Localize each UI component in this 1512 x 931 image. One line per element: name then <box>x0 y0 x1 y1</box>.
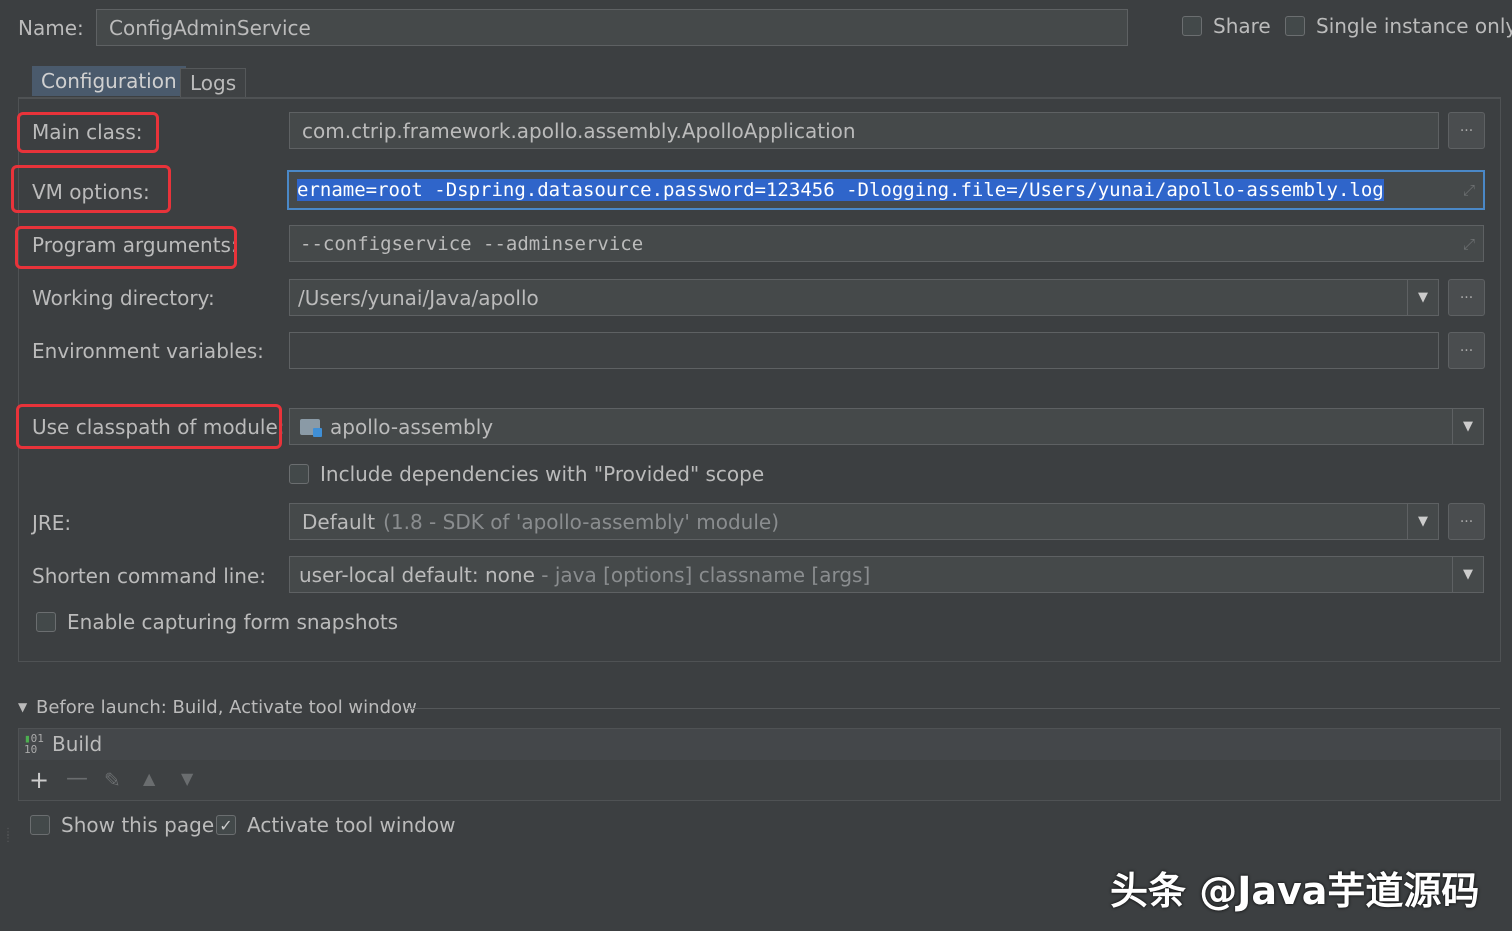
browse-icon: ··· <box>1459 122 1474 139</box>
expand-icon[interactable]: ⤢ <box>1463 181 1475 199</box>
browse-icon: ··· <box>1459 289 1474 306</box>
capture-snapshots-checkbox[interactable] <box>36 612 56 632</box>
watermark: 头条 @Java芋道源码 <box>1110 869 1480 913</box>
tab-configuration-label: Configuration <box>41 69 177 93</box>
include-provided-checkbox[interactable] <box>289 464 309 484</box>
include-provided-label: Include dependencies with "Provided" sco… <box>320 462 765 486</box>
classpath-module-dropdown[interactable]: apollo-assembly ▼ <box>289 408 1484 445</box>
environment-variables-label: Environment variables: <box>32 339 264 363</box>
checkmark-icon: ✓ <box>219 815 233 835</box>
program-arguments-input[interactable]: --configservice --adminservice ⤢ <box>289 225 1484 262</box>
main-class-value: com.ctrip.framework.apollo.assembly.Apol… <box>302 118 856 143</box>
single-instance-label: Single instance only <box>1316 14 1512 38</box>
tab-configuration[interactable]: Configuration <box>32 66 186 96</box>
build-icon: ▮01 10 <box>24 732 44 756</box>
program-arguments-highlight <box>15 226 237 269</box>
folder-icon <box>300 418 322 437</box>
main-class-input[interactable]: com.ctrip.framework.apollo.assembly.Apol… <box>289 112 1439 149</box>
move-up-icon[interactable]: ▲ <box>143 769 155 788</box>
browse-icon: ··· <box>1459 342 1474 359</box>
tab-logs[interactable]: Logs <box>180 68 247 98</box>
environment-variables-input[interactable] <box>289 332 1439 369</box>
before-launch-list-item[interactable] <box>19 729 1500 760</box>
jre-value: Default <box>302 509 376 534</box>
program-arguments-value: --configservice --adminservice <box>300 232 644 255</box>
single-instance-checkbox[interactable] <box>1285 16 1305 36</box>
show-page-checkbox[interactable] <box>30 815 50 835</box>
before-launch-title: Before launch: Build, Activate tool wind… <box>36 697 417 718</box>
jre-dropdown[interactable]: Default (1.8 - SDK of 'apollo-assembly' … <box>289 503 1439 540</box>
vm-options-highlight <box>11 165 171 213</box>
move-down-icon[interactable]: ▼ <box>181 769 193 788</box>
edit-icon[interactable]: ✎ <box>104 768 121 792</box>
classpath-module-value: apollo-assembly <box>330 414 494 439</box>
chevron-down-icon[interactable]: ▼ <box>1407 504 1438 539</box>
resize-grip-icon[interactable]: ⋮ ⋮ <box>3 828 13 844</box>
capture-snapshots-label: Enable capturing form snapshots <box>67 610 399 634</box>
shorten-command-line-label: Shorten command line: <box>32 564 267 588</box>
name-label: Name: <box>18 16 84 40</box>
collapse-triangle-icon[interactable]: ▼ <box>18 700 27 714</box>
vm-options-input[interactable]: ername=root -Dspring.datasource.password… <box>287 170 1485 210</box>
working-directory-label: Working directory: <box>32 286 215 310</box>
classpath-module-highlight <box>16 404 282 449</box>
before-launch-divider <box>406 708 1500 709</box>
show-page-label: Show this page <box>61 813 215 837</box>
build-item-label: Build <box>52 732 103 756</box>
name-input-value: ConfigAdminService <box>109 15 311 40</box>
vm-options-value: ername=root -Dspring.datasource.password… <box>297 179 1384 201</box>
share-label: Share <box>1213 14 1271 38</box>
environment-variables-browse-button[interactable]: ··· <box>1448 332 1485 369</box>
main-class-highlight <box>17 112 159 153</box>
remove-icon[interactable]: — <box>66 766 88 791</box>
chevron-down-icon[interactable]: ▼ <box>1452 409 1483 444</box>
main-class-browse-button[interactable]: ··· <box>1448 112 1485 149</box>
activate-tool-window-checkbox[interactable]: ✓ <box>216 815 236 835</box>
shorten-command-line-dropdown[interactable]: user-local default: none - java [options… <box>289 556 1484 593</box>
add-icon[interactable]: + <box>29 766 49 794</box>
working-directory-dropdown[interactable]: /Users/yunai/Java/apollo ▼ <box>289 279 1439 316</box>
expand-icon[interactable]: ⤢ <box>1463 235 1475 253</box>
name-input[interactable]: ConfigAdminService <box>96 9 1128 46</box>
chevron-down-icon[interactable]: ▼ <box>1407 280 1438 315</box>
shorten-command-line-value: user-local default: none <box>299 562 535 587</box>
shorten-command-line-hint: - java [options] classname [args] <box>534 562 871 587</box>
browse-icon: ··· <box>1459 513 1474 530</box>
jre-hint: (1.8 - SDK of 'apollo-assembly' module) <box>383 509 780 534</box>
tab-logs-label: Logs <box>190 71 237 95</box>
working-directory-browse-button[interactable]: ··· <box>1448 279 1485 316</box>
jre-label: JRE: <box>32 511 72 535</box>
jre-browse-button[interactable]: ··· <box>1448 503 1485 540</box>
working-directory-value: /Users/yunai/Java/apollo <box>298 285 539 310</box>
share-checkbox[interactable] <box>1182 16 1202 36</box>
activate-tool-window-label: Activate tool window <box>247 813 456 837</box>
chevron-down-icon[interactable]: ▼ <box>1452 557 1483 592</box>
